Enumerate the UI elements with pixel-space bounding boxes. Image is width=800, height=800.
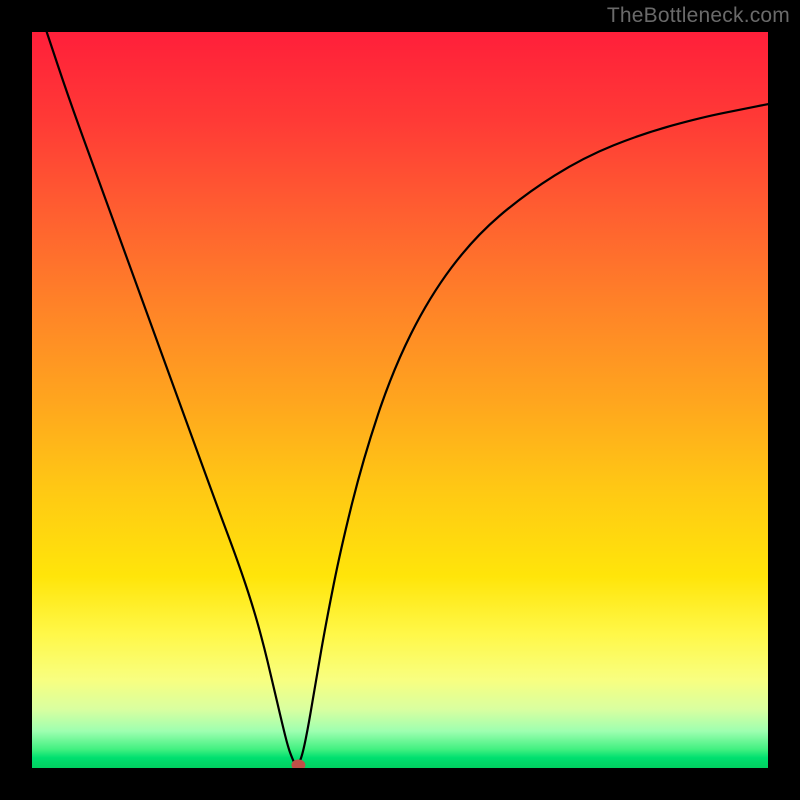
watermark-text: TheBottleneck.com <box>607 4 790 28</box>
chart-frame: TheBottleneck.com <box>0 0 800 800</box>
chart-svg <box>32 32 768 768</box>
plot-area <box>32 32 768 768</box>
curve-path <box>47 32 768 765</box>
